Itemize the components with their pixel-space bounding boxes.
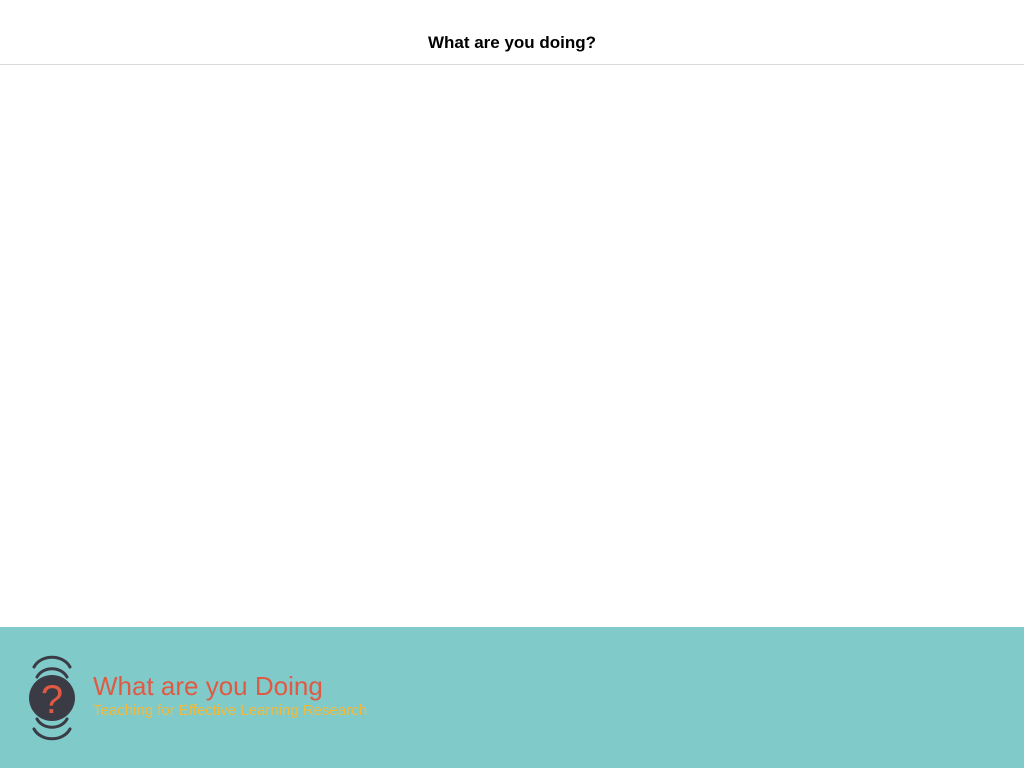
brand-subtitle: Teaching for Effective Learning Research: [93, 702, 368, 719]
brand-title: What are you Doing: [93, 671, 323, 701]
question-mark-logo-icon: ?: [26, 653, 78, 743]
navigation-bar: What are you doing?: [0, 0, 1024, 65]
svg-text:?: ?: [41, 678, 63, 722]
page-title: What are you doing?: [427, 33, 597, 52]
app-screen: What are you doing? ? What are you Doing…: [0, 0, 1024, 768]
footer-banner: ? What are you Doing Teaching for Effect…: [0, 627, 1024, 768]
main-content: [0, 65, 1024, 627]
